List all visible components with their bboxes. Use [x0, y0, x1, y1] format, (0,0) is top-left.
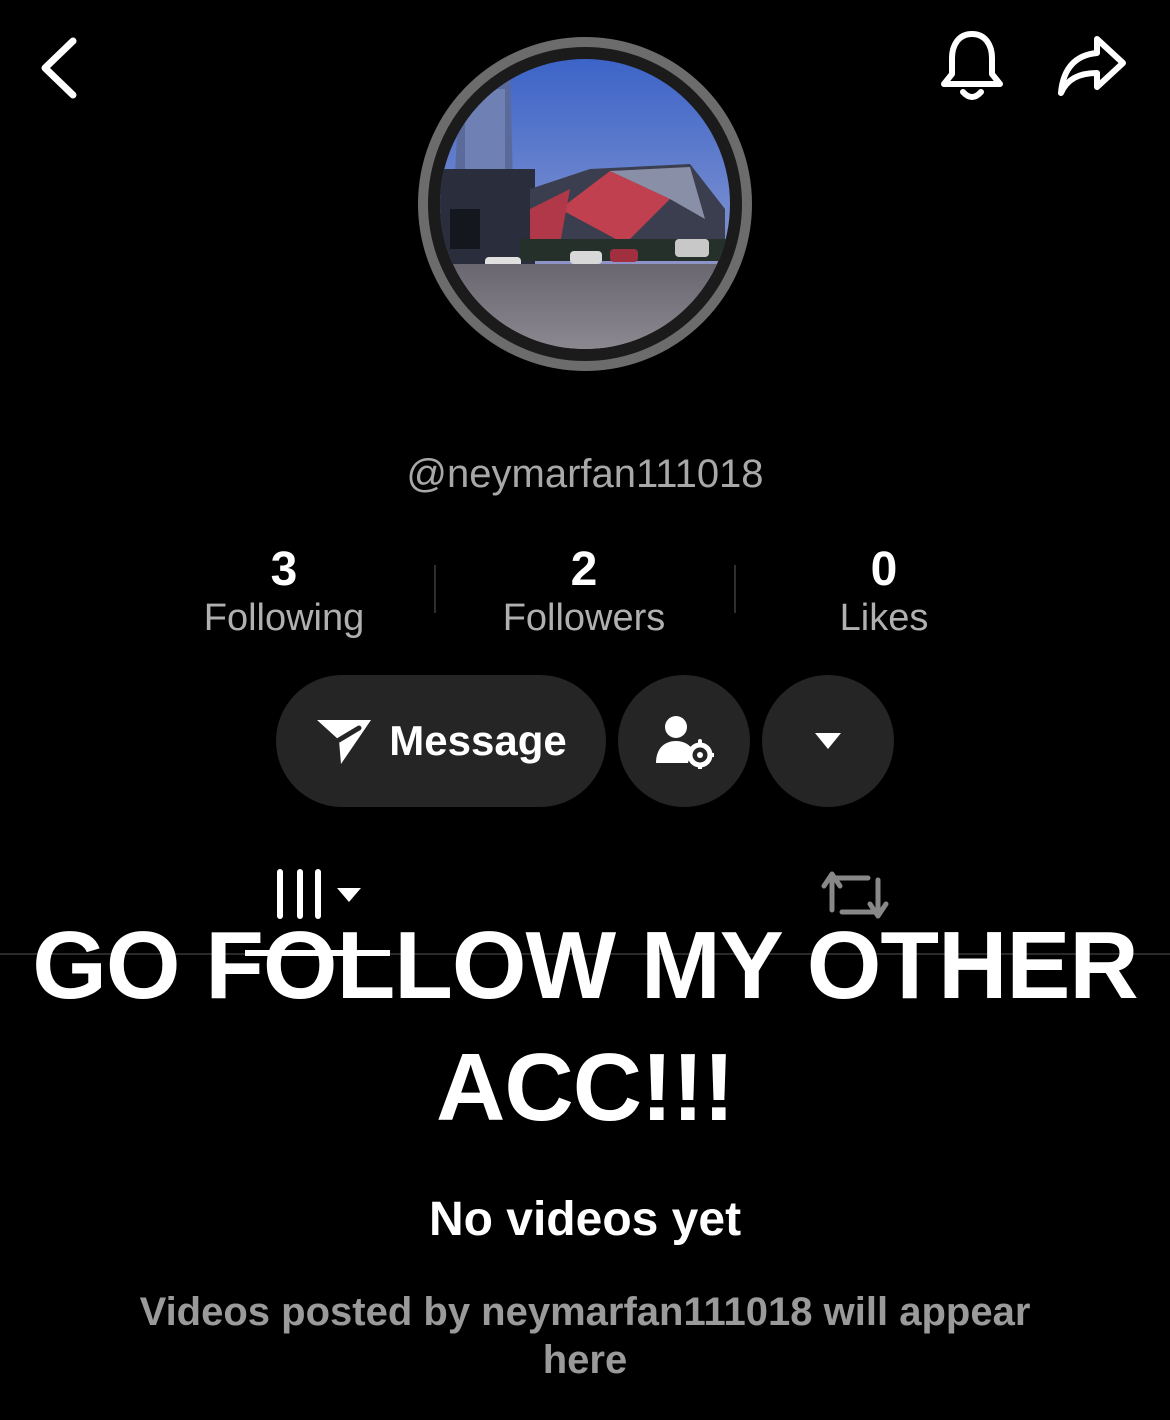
message-button[interactable]: Message [276, 675, 606, 807]
more-options-button[interactable] [762, 675, 894, 807]
username: @neymarfan111018 [406, 452, 764, 496]
stat-followers[interactable]: 2 Followers [434, 540, 734, 640]
followers-label: Followers [502, 597, 666, 639]
likes-count: 0 [870, 543, 898, 596]
following-count: 3 [270, 543, 298, 596]
likes-label: Likes [839, 597, 929, 639]
overlay-caption: GO FOLLOW MY OTHER ACC!!! [32, 912, 1139, 1141]
avatar[interactable] [440, 59, 730, 349]
chevron-left-icon [41, 37, 77, 99]
stadium-photo-avatar [440, 59, 730, 349]
friend-settings-button[interactable] [618, 675, 750, 807]
user-gear-icon [656, 716, 714, 769]
share-button[interactable] [1050, 24, 1134, 108]
stat-following[interactable]: 3 Following [134, 540, 434, 640]
send-icon [317, 720, 372, 764]
stat-likes[interactable]: 0 Likes [734, 540, 1034, 640]
message-label: Message [389, 717, 567, 764]
notification-button[interactable] [930, 24, 1014, 108]
back-button[interactable] [20, 28, 100, 108]
empty-state-title: No videos yet [428, 1193, 742, 1246]
bell-icon [941, 31, 1003, 100]
followers-count: 2 [570, 543, 598, 596]
caret-down-icon [815, 733, 841, 749]
share-arrow-icon [1058, 36, 1126, 96]
empty-state-description: Videos posted by neymarfan111018 will ap… [139, 1290, 1031, 1382]
following-label: Following [203, 597, 365, 639]
